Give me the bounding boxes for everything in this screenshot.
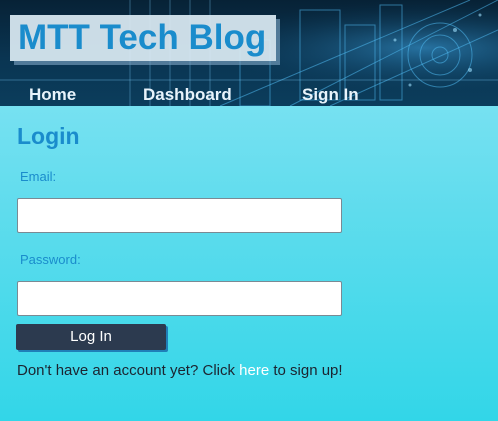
password-label: Password: — [20, 252, 81, 267]
site-header: MTT Tech Blog Home Dashboard Sign In — [0, 0, 498, 106]
password-field[interactable] — [17, 281, 342, 316]
signup-prompt-prefix: Don't have an account yet? Click — [17, 362, 240, 379]
email-field[interactable] — [17, 198, 342, 233]
nav-link-home[interactable]: Home — [29, 85, 76, 105]
page-title: Login — [17, 123, 80, 149]
log-in-button[interactable]: Log In — [16, 324, 166, 350]
signup-link[interactable]: here — [239, 362, 269, 379]
signup-prompt: Don't have an account yet? Click here to… — [17, 362, 343, 380]
site-title[interactable]: MTT Tech Blog — [10, 15, 277, 61]
nav-link-sign-in[interactable]: Sign In — [302, 85, 359, 105]
signup-prompt-suffix: to sign up! — [269, 362, 343, 379]
page: MTT Tech Blog Home Dashboard Sign In Log… — [0, 0, 498, 421]
email-label: Email: — [20, 169, 57, 184]
nav-link-dashboard[interactable]: Dashboard — [143, 85, 232, 105]
